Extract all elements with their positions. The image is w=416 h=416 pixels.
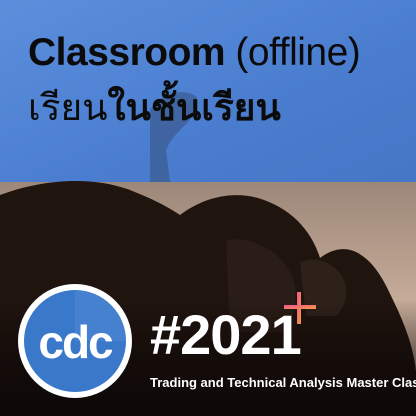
cdc-logo-text: cdc [38, 316, 113, 368]
course-subtitle: Trading and Technical Analysis Master Cl… [150, 375, 416, 390]
headline-offline: (offline) [235, 31, 361, 74]
headline: Classroom (offline) เรียนในชั้นเรียน [28, 30, 398, 132]
promo-banner: Classroom (offline) เรียนในชั้นเรียน cdc… [0, 0, 416, 416]
headline-thai-in-classroom: ในชั้นเรียน [107, 86, 281, 129]
cdc-logo: cdc [18, 284, 132, 398]
headline-english: Classroom (offline) [28, 30, 398, 76]
plus-icon [284, 292, 316, 324]
headline-thai-learn: เรียน [28, 86, 108, 129]
year-hashtag: #2021 [150, 303, 302, 366]
headline-thai: เรียนในชั้นเรียน [28, 84, 398, 132]
headline-classroom: Classroom [28, 31, 226, 74]
